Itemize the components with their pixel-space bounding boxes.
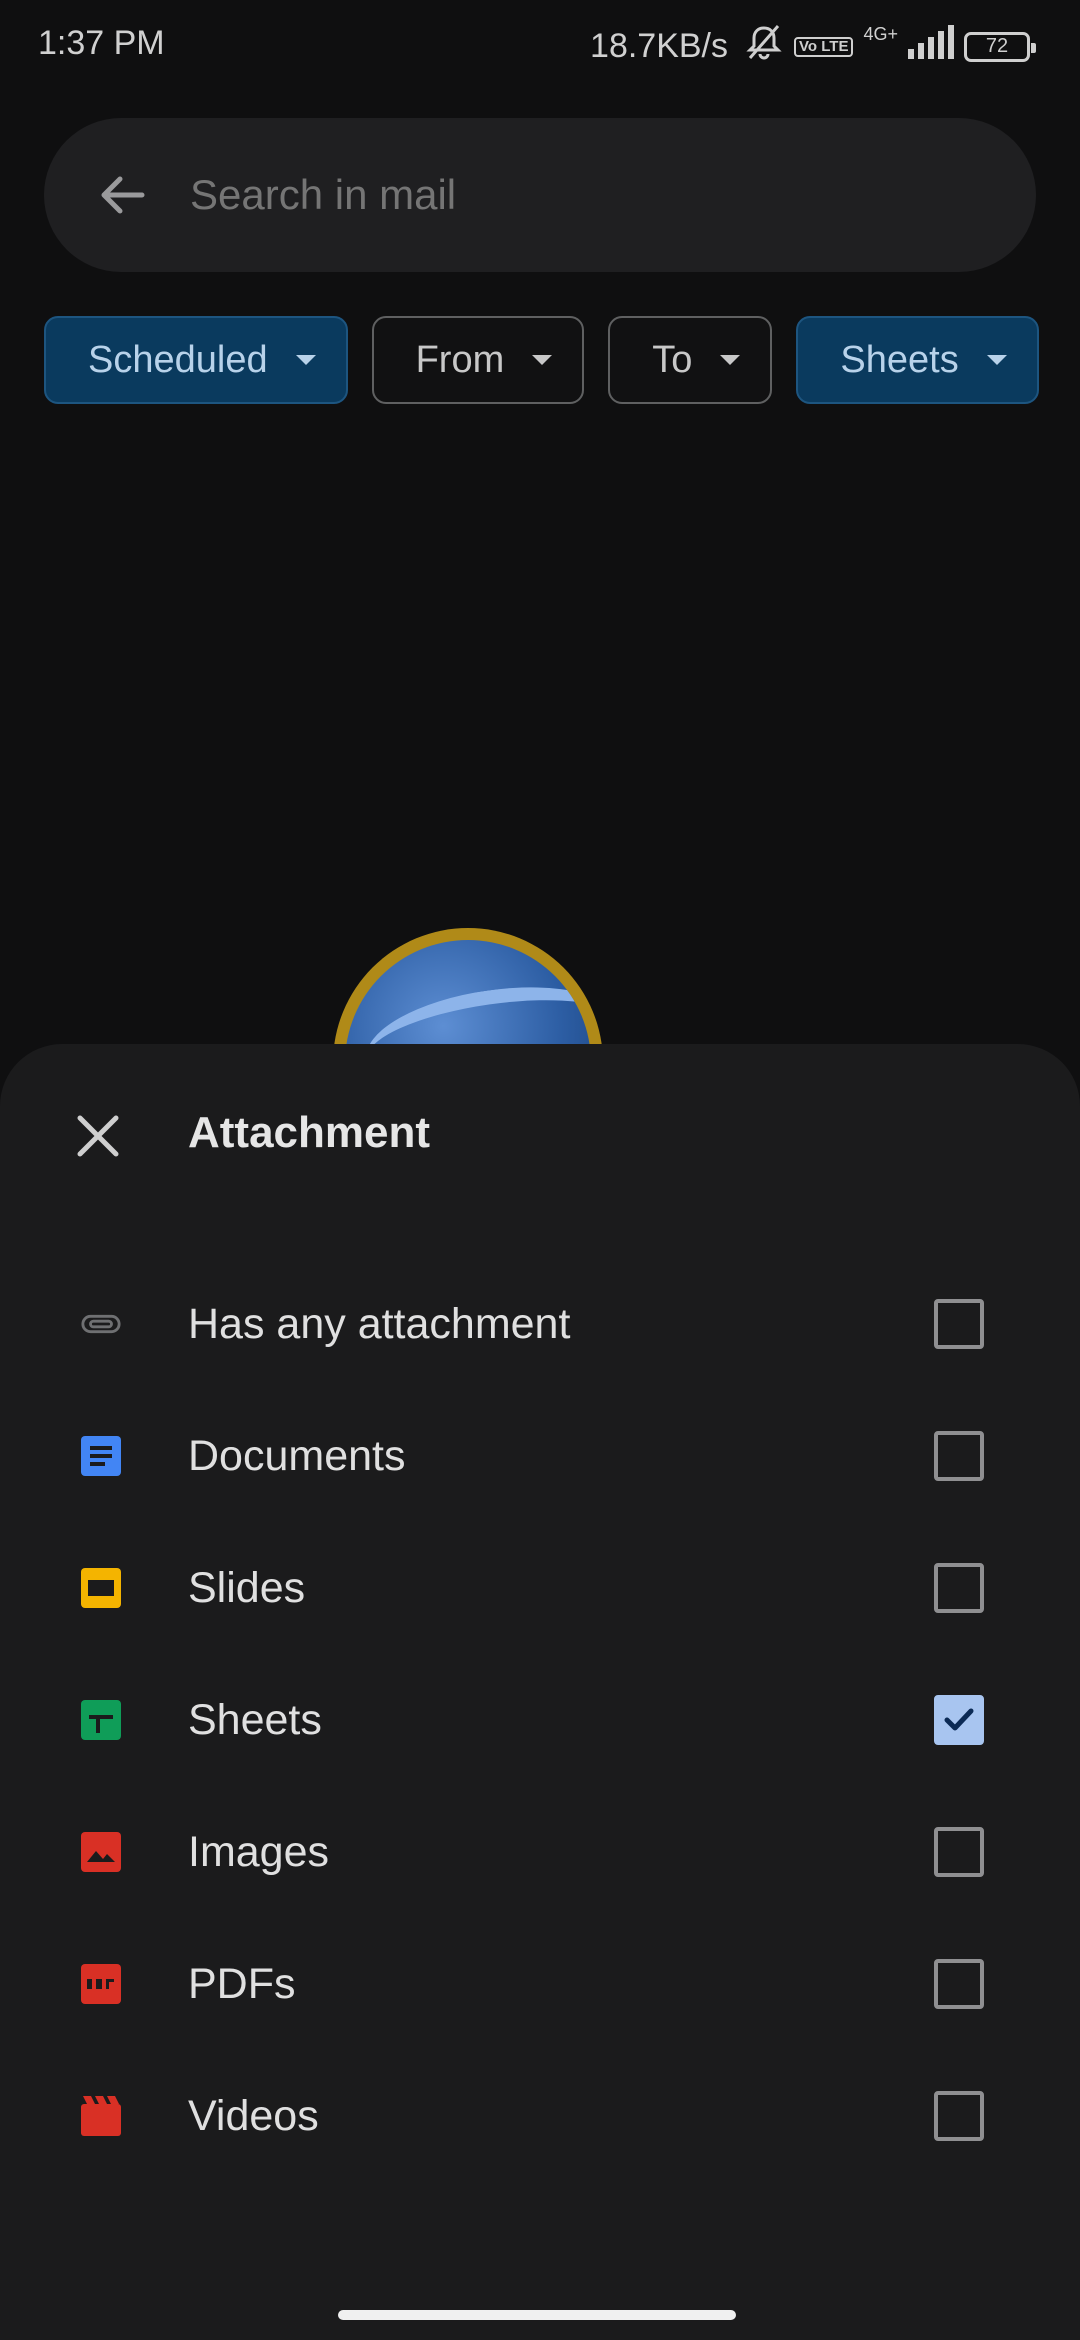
volte-badge: Vo LTE	[794, 36, 854, 57]
docs-icon	[80, 1435, 122, 1477]
chip-label: Scheduled	[88, 338, 268, 381]
option-label: Images	[188, 1827, 330, 1876]
chip-to[interactable]: To	[608, 316, 773, 404]
status-bar: 1:37 PM 18.7KB/s Vo LTE 4G+ 72	[0, 0, 1080, 92]
option-label: Has any attachment	[188, 1299, 571, 1348]
checkbox-images[interactable]	[934, 1827, 984, 1877]
checkbox-pdfs[interactable]	[934, 1959, 984, 2009]
screen: 1:37 PM 18.7KB/s Vo LTE 4G+ 72 Search in…	[0, 0, 1080, 2340]
video-icon	[80, 2095, 122, 2137]
chip-label: Sheets	[840, 338, 959, 381]
checkbox-slides[interactable]	[934, 1563, 984, 1613]
option-label: Documents	[188, 1431, 406, 1480]
dropdown-caret-icon	[720, 355, 741, 365]
option-documents[interactable]: Documents	[0, 1390, 1080, 1522]
chip-scheduled[interactable]: Scheduled	[44, 316, 348, 404]
option-label: Sheets	[188, 1695, 322, 1744]
dropdown-caret-icon	[532, 355, 553, 365]
battery-level: 72	[985, 35, 1009, 57]
search-bar	[44, 118, 1036, 272]
option-sheets[interactable]: Sheets	[0, 1654, 1080, 1786]
home-indicator[interactable]	[338, 2310, 736, 2320]
option-label: Videos	[188, 2091, 319, 2140]
option-images[interactable]: Images	[0, 1786, 1080, 1918]
paperclip-icon	[80, 1303, 122, 1345]
network-type: 4G+	[863, 24, 898, 44]
sheets-icon	[80, 1699, 122, 1741]
option-slides[interactable]: Slides	[0, 1522, 1080, 1654]
muted-bell-icon	[744, 22, 784, 71]
option-videos[interactable]: Videos	[0, 2050, 1080, 2182]
status-icons: 18.7KB/s Vo LTE 4G+ 72	[590, 22, 1036, 71]
battery-icon: 72	[964, 31, 1036, 62]
image-icon	[80, 1831, 122, 1873]
checkbox-videos[interactable]	[934, 2091, 984, 2141]
pdf-icon	[80, 1963, 122, 2005]
chip-from[interactable]: From	[371, 316, 585, 404]
signal-icon	[908, 25, 954, 68]
status-time: 1:37 PM	[38, 24, 165, 62]
search-input[interactable]	[190, 171, 950, 219]
checkbox-has-any-attachment[interactable]	[934, 1299, 984, 1349]
option-has-any-attachment[interactable]: Has any attachment	[0, 1258, 1080, 1390]
filter-chips: Scheduled From To Sheets	[44, 316, 1039, 404]
back-arrow-icon[interactable]	[92, 165, 152, 225]
checkbox-sheets[interactable]	[934, 1695, 984, 1745]
chip-sheets[interactable]: Sheets	[796, 316, 1039, 404]
slides-icon	[80, 1567, 122, 1609]
dropdown-caret-icon	[986, 355, 1007, 365]
chip-label: From	[415, 338, 505, 381]
sheet-title: Attachment	[188, 1108, 431, 1157]
option-pdfs[interactable]: PDFs	[0, 1918, 1080, 2050]
attachment-options: Has any attachment Documents Slides Shee…	[0, 1258, 1080, 2182]
network-speed: 18.7KB/s	[590, 27, 729, 65]
checkmark-icon	[944, 1708, 974, 1731]
chip-label: To	[652, 338, 693, 381]
close-icon[interactable]	[72, 1110, 124, 1162]
option-label: Slides	[188, 1563, 306, 1612]
dropdown-caret-icon	[295, 355, 316, 365]
option-label: PDFs	[188, 1959, 296, 2008]
checkbox-documents[interactable]	[934, 1431, 984, 1481]
